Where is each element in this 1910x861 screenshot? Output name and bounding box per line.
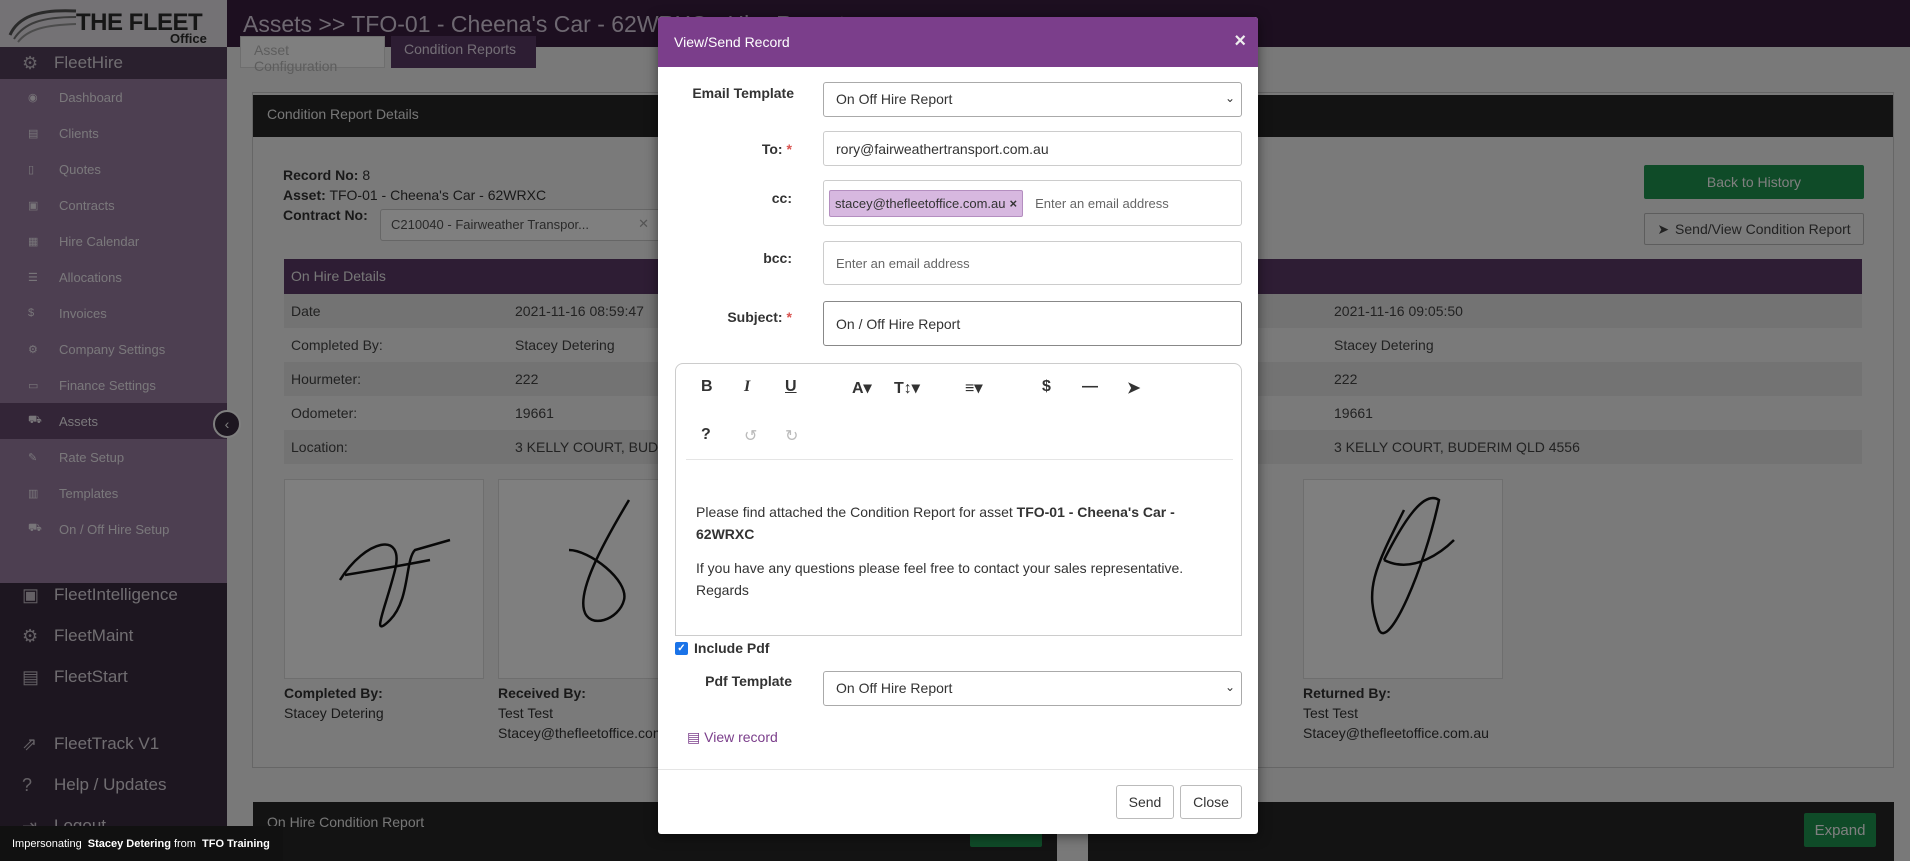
bold-icon[interactable]: B [701, 378, 713, 396]
cc-label: cc: [771, 190, 792, 206]
body-paragraph: Please find attached the Condition Repor… [696, 501, 1216, 545]
align-icon[interactable]: ≡▾ [965, 378, 982, 398]
email-body-content[interactable]: Please find attached the Condition Repor… [696, 501, 1216, 613]
imp-mid: from [173, 837, 196, 850]
send-button[interactable]: Send [1116, 785, 1174, 819]
font-color-icon[interactable]: A▾ [852, 378, 872, 398]
font-size-icon[interactable]: T↕▾ [894, 378, 920, 398]
to-label-text: To: [761, 141, 783, 157]
remove-tag-icon[interactable]: × [1010, 196, 1018, 211]
imp-org: TFO Training [202, 837, 270, 850]
required-marker: * [786, 141, 792, 157]
undo-icon[interactable]: ↺ [744, 426, 757, 446]
imp-user: Stacey Detering [87, 837, 171, 850]
to-label: To: * [658, 141, 792, 157]
chevron-down-icon: ⌄ [1224, 91, 1235, 105]
email-template-select[interactable]: On Off Hire Report ⌄ [823, 82, 1242, 117]
horizontal-rule-icon[interactable]: — [1082, 378, 1098, 396]
body-paragraph: If you have any questions please feel fr… [696, 560, 1184, 576]
checkmark-icon[interactable]: ✓ [675, 641, 688, 655]
dollar-icon[interactable]: $ [1042, 378, 1051, 396]
underline-icon[interactable]: U [785, 378, 797, 396]
email-template-value: On Off Hire Report [836, 91, 953, 107]
body-paragraph: Regards [696, 582, 749, 598]
view-send-record-modal: View/Send Record × Email Template On Off… [658, 17, 1258, 834]
email-body-editor[interactable]: B I U A▾ T↕▾ ≡▾ $ — ➤ ? ↺ ↻ Please find … [675, 363, 1242, 636]
imp-prefix: Impersonating [12, 837, 82, 850]
modal-footer-divider [658, 769, 1258, 770]
email-template-label: Email Template [692, 85, 794, 101]
pdf-template-select[interactable]: On Off Hire Report ⌄ [823, 671, 1242, 706]
close-button[interactable]: Close [1180, 785, 1242, 819]
view-record-link[interactable]: ▤ View record [687, 729, 778, 746]
chevron-down-icon: ⌄ [1224, 680, 1235, 694]
pdf-file-icon: ▤ [687, 729, 701, 745]
pdf-template-value: On Off Hire Report [836, 680, 953, 696]
cursor-icon[interactable]: ➤ [1127, 378, 1140, 398]
view-record-label: View record [704, 729, 778, 745]
subject-input[interactable]: On / Off Hire Report [823, 301, 1242, 346]
cc-tag-text: stacey@thefleetoffice.com.au [835, 195, 1006, 211]
subject-label-text: Subject: [727, 309, 783, 325]
redo-icon[interactable]: ↻ [785, 426, 798, 446]
modal-title: View/Send Record [674, 34, 790, 50]
close-icon[interactable]: × [1234, 30, 1246, 53]
help-icon[interactable]: ? [701, 426, 711, 444]
app-root: THE FLEET Office Assets >> TFO-01 - Chee… [0, 0, 1910, 861]
body-text: Please find attached the Condition Repor… [696, 504, 1017, 520]
bcc-email-input[interactable]: Enter an email address [823, 241, 1242, 285]
pdf-template-label: Pdf Template [705, 673, 792, 689]
modal-header: View/Send Record × [658, 17, 1258, 67]
bcc-label: bcc: [763, 250, 792, 266]
italic-icon[interactable]: I [744, 378, 750, 396]
include-pdf-label: Include Pdf [694, 640, 770, 656]
cc-email-input[interactable]: stacey@thefleetoffice.com.au × Enter an e… [823, 180, 1242, 226]
subject-label: Subject: * [658, 309, 792, 325]
toolbar-divider [686, 459, 1233, 460]
impersonation-bar: Impersonating Stacey Detering from TFO Tr… [0, 826, 283, 861]
cc-placeholder: Enter an email address [1035, 195, 1169, 211]
include-pdf-checkbox[interactable]: ✓ Include Pdf [675, 640, 769, 656]
to-email-input[interactable]: rory@fairweathertransport.com.au [823, 131, 1242, 166]
cc-email-tag[interactable]: stacey@thefleetoffice.com.au × [829, 189, 1024, 217]
required-marker: * [786, 309, 792, 325]
